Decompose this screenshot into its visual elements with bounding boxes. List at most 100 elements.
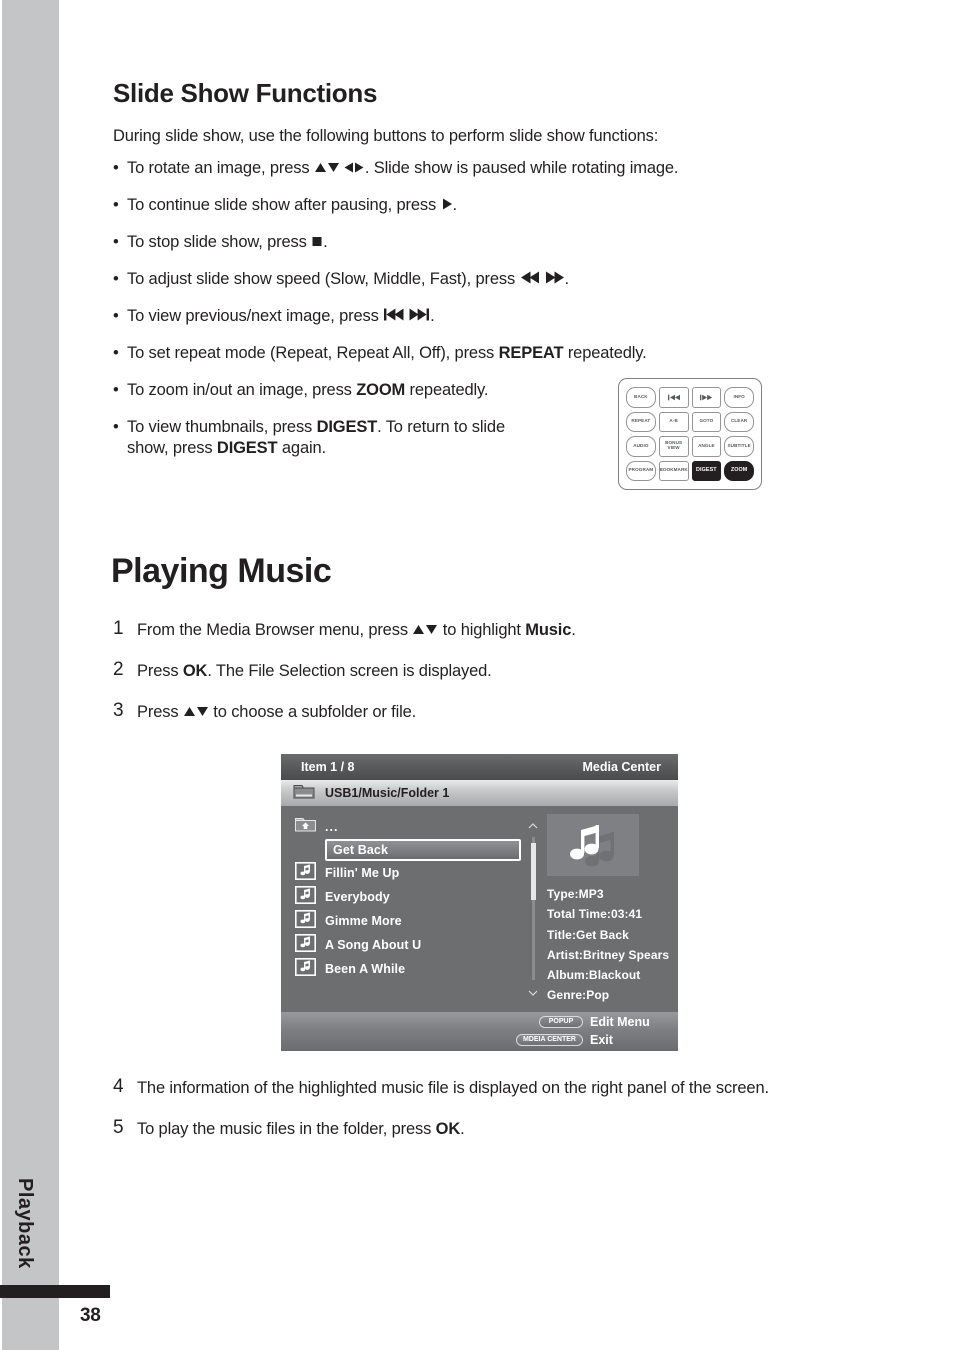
metadata-album: Album:Blackout [547, 968, 641, 983]
step-5: 5 To play the music files in the folder, … [113, 1117, 873, 1140]
playing-music-steps-top: 1 From the Media Browser menu, press to h… [113, 618, 873, 743]
remote-button-step-forward[interactable] [691, 387, 722, 408]
remote-button-bonus-view[interactable]: BONUS VIEW [658, 436, 689, 457]
bullet-marker: • [113, 233, 119, 251]
list-item-selected[interactable]: Get Back [325, 839, 521, 861]
remote-button-zoom[interactable]: ZOOM [724, 460, 754, 481]
remote-button-audio[interactable]: AUDIO [626, 436, 656, 457]
step-3: 3 Press to choose a subfolder or file. [113, 700, 873, 723]
list-item[interactable]: A Song About U [295, 933, 517, 957]
file-list: ... Get Back Fillin' Me Up Everybody Gim… [281, 806, 521, 1012]
list-item[interactable]: Been A While [295, 957, 517, 981]
bullet-text-post: repeatedly. [405, 381, 489, 399]
bullet-text-post: . [323, 233, 328, 251]
step-number: 1 [113, 618, 124, 639]
remote-button-program[interactable]: PROGRAM [626, 460, 656, 481]
music-file-icon [295, 885, 316, 909]
chapter-tab-label: Playback [14, 1178, 36, 1269]
remote-button-angle[interactable]: ANGLE [691, 436, 722, 457]
up-arrow-icon [183, 705, 196, 718]
down-arrow-icon [196, 705, 209, 718]
scrollbar-track[interactable] [530, 837, 536, 980]
media-center-key-badge[interactable]: MDEIA CENTER [515, 1034, 583, 1046]
step-back-icon [667, 394, 681, 401]
file-name: Been A While [325, 962, 406, 976]
bullet-text-pre: To continue slide show after pausing, pr… [127, 196, 441, 214]
footer-rule [0, 1285, 110, 1298]
bullet-repeat-mode: • To set repeat mode (Repeat, Repeat All… [113, 343, 873, 364]
page-side-band [2, 0, 59, 1350]
step-number: 2 [113, 659, 124, 680]
footer-hint-exit: MDEIA CENTER Exit [515, 1033, 662, 1047]
slide-show-title: Slide Show Functions [113, 78, 378, 108]
list-item[interactable]: Everybody [295, 885, 517, 909]
step-text-post: . [460, 1120, 465, 1138]
step-text-pre: From the Media Browser menu, press [137, 621, 413, 639]
step-text-post-2: . [571, 621, 576, 639]
remote-button-subtitle[interactable]: SUBTITLE [724, 436, 754, 457]
bullet-text-post: repeatedly. [563, 344, 647, 362]
list-item-parent-folder[interactable]: ... [295, 815, 517, 839]
metadata-genre: Genre:Pop [547, 988, 610, 1003]
remote-button-clear[interactable]: CLEAR [724, 411, 754, 432]
bullet-text-pre: To zoom in/out an image, press [127, 381, 357, 399]
bullet-text-post: . Slide show is paused while rotating im… [364, 159, 679, 177]
item-counter: Item 1 / 8 [301, 760, 355, 774]
bullet-key-digest-2: DIGEST [216, 439, 278, 457]
step-key-ok: OK [435, 1120, 461, 1138]
list-scrollbar[interactable] [526, 816, 540, 1001]
metadata-title: Title:Get Back [547, 927, 629, 942]
remote-button-grid: BACK INFO REPEAT A-B GOTO CLEAR AUDIO BO… [626, 387, 754, 481]
music-note-icon [569, 821, 603, 870]
up-arrow-icon [314, 161, 327, 174]
remote-button-digest[interactable]: DIGEST [691, 460, 722, 481]
path-text: USB1/Music/Folder 1 [325, 786, 450, 800]
remote-button-back[interactable]: BACK [626, 387, 656, 408]
bullet-previous-next-image: • To view previous/next image, press . [113, 306, 873, 327]
play-icon [441, 197, 453, 211]
file-name: Fillin' Me Up [325, 866, 400, 880]
remote-button-repeat[interactable]: REPEAT [626, 411, 656, 432]
screen-footer: POPUP Edit Menu MDEIA CENTER Exit [281, 1012, 678, 1051]
remote-button-step-back[interactable] [658, 387, 689, 408]
bullet-stop-slideshow: • To stop slide show, press . [113, 232, 873, 253]
bullet-marker: • [113, 159, 119, 177]
step-text-pre: The information of the highlighted music… [137, 1079, 769, 1097]
scroll-down-chevron-icon[interactable] [528, 983, 538, 1001]
bullet-text-pre: To rotate an image, press [127, 159, 314, 177]
bullet-text-pre: To adjust slide show speed (Slow, Middle… [127, 270, 520, 288]
scrollbar-thumb[interactable] [530, 842, 536, 900]
bullet-text-pre: To set repeat mode (Repeat, Repeat All, … [127, 344, 499, 362]
up-arrow-icon [412, 623, 425, 636]
scroll-up-chevron-icon[interactable] [528, 816, 538, 834]
footer-action-label: Exit [590, 1033, 613, 1047]
bullet-text-pre: To view previous/next image, press [127, 307, 384, 325]
step-text-pre: Press [137, 703, 183, 721]
remote-button-bookmark[interactable]: BOOKMARK [658, 460, 689, 481]
remote-button-goto[interactable]: GOTO [691, 411, 722, 432]
list-item[interactable]: Gimme More [295, 909, 517, 933]
breadcrumb-path-bar: USB1/Music/Folder 1 [281, 780, 678, 806]
metadata-list: Type:MP3 Total Time:03:41 Title:Get Back… [547, 884, 672, 1006]
remote-button-info[interactable]: INFO [724, 387, 754, 408]
skip-previous-icon [383, 307, 404, 322]
rewind-icon [520, 270, 540, 285]
popup-key-badge[interactable]: POPUP [539, 1016, 583, 1028]
left-arrow-icon [343, 161, 354, 174]
skip-next-icon [409, 307, 430, 322]
remote-button-ab[interactable]: A-B [658, 411, 689, 432]
step-number: 5 [113, 1117, 124, 1138]
metadata-total-time: Total Time:03:41 [547, 907, 643, 922]
media-center-screen: Item 1 / 8 Media Center USB1/Music/Folde… [281, 754, 678, 1051]
metadata-type: Type:MP3 [547, 887, 604, 901]
music-file-icon [295, 861, 316, 885]
step-forward-icon [699, 394, 713, 401]
bullet-key-digest-1: DIGEST [316, 418, 378, 436]
slide-show-intro: During slide show, use the following but… [113, 127, 659, 145]
page-number: 38 [80, 1305, 101, 1326]
step-text-pre: Press [137, 662, 183, 680]
album-art-thumbnail [547, 814, 639, 876]
bullet-key-zoom: ZOOM [356, 381, 406, 399]
list-item[interactable]: Fillin' Me Up [295, 861, 517, 885]
music-file-icon [295, 957, 316, 981]
